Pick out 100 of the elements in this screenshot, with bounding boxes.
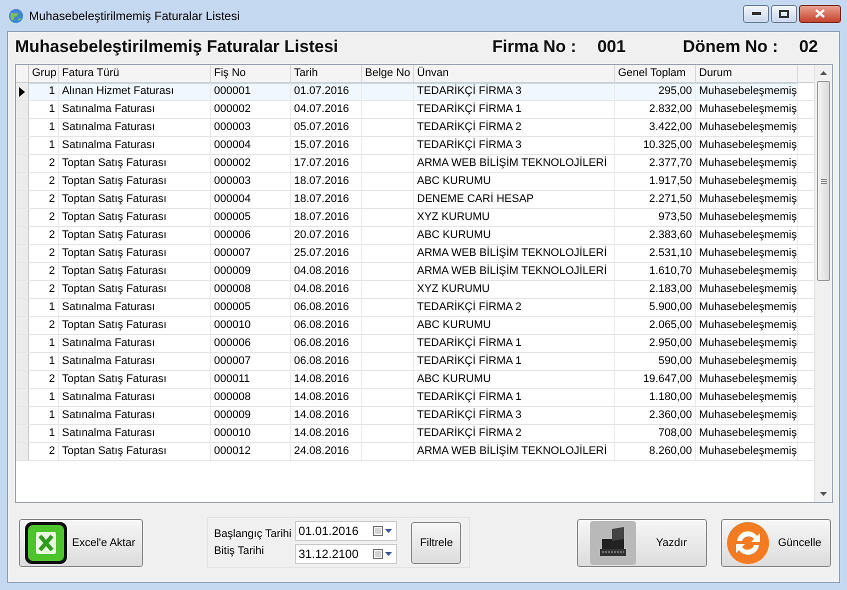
end-date-field[interactable]: 31.12.2100 [295, 544, 398, 564]
calendar-dropdown-icon [373, 549, 394, 559]
table-cell: 14.08.2016 [291, 389, 362, 406]
table-row[interactable]: 1 Satınalma Faturası 000005 06.08.2016 TEDARİKÇİ FİRMA 2 5.900,00 Muhasebeleşmemiş [16, 299, 814, 317]
table-row[interactable]: 1 Satınalma Faturası 000003 05.07.2016 TEDARİKÇİ FİRMA 2 3.422,00 Muhasebeleşmemiş [16, 119, 814, 137]
column-header[interactable]: Durum [696, 65, 798, 82]
table-row[interactable]: 1 Alınan Hizmet Faturası 000001 01.07.2016 TEDARİKÇİ FİRMA 3 295,00 Muhasebeleşmemiş [16, 83, 814, 101]
table-row[interactable]: 2 Toptan Satış Faturası 000002 17.07.2016 ARMA WEB BİLİŞİM TEKNOLOJİLERİ 2.377,70 Muhasebeleşmemiş [16, 155, 814, 173]
table-cell: 1 [29, 101, 59, 118]
table-row[interactable]: 2 Toptan Satış Faturası 000008 04.08.2016 XYZ KURUMU 2.183,00 Muhasebeleşmemiş [16, 281, 814, 299]
table-cell: 1 [29, 389, 59, 406]
scrollbar[interactable] [814, 65, 832, 502]
firma-label: Firma No : [492, 37, 576, 57]
column-header[interactable]: Fatura Türü [59, 65, 211, 82]
table-row[interactable]: 2 Toptan Satış Faturası 000003 18.07.2016 ABC KURUMU 1.917,50 Muhasebeleşmemiş [16, 173, 814, 191]
table-cell: 000005 [211, 299, 291, 316]
table-cell: Toptan Satış Faturası [59, 155, 211, 172]
table-cell: TEDARİKÇİ FİRMA 1 [414, 101, 615, 118]
table-cell: 25.07.2016 [291, 245, 362, 262]
table-cell: 2 [29, 191, 59, 208]
table-cell: 2 [29, 245, 59, 262]
column-header[interactable]: Ünvan [414, 65, 615, 82]
table-cell: Alınan Hizmet Faturası [59, 83, 211, 100]
table-cell: 000003 [211, 119, 291, 136]
table-row[interactable]: 2 Toptan Satış Faturası 000004 18.07.2016 DENEME CARİ HESAP 2.271,50 Muhasebeleşmemiş [16, 191, 814, 209]
table-cell: 05.07.2016 [291, 119, 362, 136]
table-cell: Toptan Satış Faturası [59, 371, 211, 388]
table-cell: 000002 [211, 155, 291, 172]
table-row[interactable]: 2 Toptan Satış Faturası 000012 24.08.2016 ARMA WEB BİLİŞİM TEKNOLOJİLERİ 8.260,00 Muhasebeleşmemiş [16, 443, 814, 461]
column-header[interactable]: Fiş No [211, 65, 291, 82]
table-cell: TEDARİKÇİ FİRMA 3 [414, 407, 615, 424]
column-header[interactable]: Tarih [291, 65, 362, 82]
table-row[interactable]: 1 Satınalma Faturası 000002 04.07.2016 TEDARİKÇİ FİRMA 1 2.832,00 Muhasebeleşmemiş [16, 101, 814, 119]
column-header[interactable]: Grup [29, 65, 59, 82]
start-date-field[interactable]: 01.01.2016 [295, 521, 398, 541]
table-cell: 000012 [211, 443, 291, 460]
table-cell: TEDARİKÇİ FİRMA 2 [414, 425, 615, 442]
table-cell: Muhasebeleşmemiş [696, 299, 798, 316]
table-cell: 000005 [211, 209, 291, 226]
table-row[interactable]: 1 Satınalma Faturası 000006 06.08.2016 TEDARİKÇİ FİRMA 1 2.950,00 Muhasebeleşmemiş [16, 335, 814, 353]
table-cell: 2.271,50 [615, 191, 696, 208]
table-cell: 2 [29, 371, 59, 388]
table-row[interactable]: 1 Satınalma Faturası 000008 14.08.2016 TEDARİKÇİ FİRMA 1 1.180,00 Muhasebeleşmemiş [16, 389, 814, 407]
table-cell: ABC KURUMU [414, 371, 615, 388]
close-icon [815, 9, 825, 18]
table-cell: 5.900,00 [615, 299, 696, 316]
minimize-button[interactable] [743, 4, 769, 22]
table-cell: 10.325,00 [615, 137, 696, 154]
table-cell: XYZ KURUMU [414, 281, 615, 298]
table-cell: 1 [29, 425, 59, 442]
table-cell: Satınalma Faturası [59, 389, 211, 406]
table-cell: 18.07.2016 [291, 191, 362, 208]
table-cell: TEDARİKÇİ FİRMA 1 [414, 389, 615, 406]
table-cell: 06.08.2016 [291, 299, 362, 316]
table-cell: 1 [29, 83, 59, 100]
refresh-button[interactable]: Güncelle [721, 518, 831, 566]
donem-label: Dönem No : [682, 37, 778, 57]
end-date-label: Bitiş Tarihi [214, 545, 265, 557]
table-row[interactable]: 2 Toptan Satış Faturası 000007 25.07.2016 ARMA WEB BİLİŞİM TEKNOLOJİLERİ 2.531,10 Muhasebeleşmemiş [16, 245, 814, 263]
table-cell: Muhasebeleşmemiş [696, 101, 798, 118]
table-cell: Toptan Satış Faturası [59, 227, 211, 244]
table-row[interactable]: 2 Toptan Satış Faturası 000010 06.08.2016 ABC KURUMU 2.065,00 Muhasebeleşmemiş [16, 317, 814, 335]
calendar-dropdown-icon [373, 526, 394, 536]
table-cell: Satınalma Faturası [59, 137, 211, 154]
table-cell: Muhasebeleşmemiş [696, 209, 798, 226]
table-cell: 20.07.2016 [291, 227, 362, 244]
column-header[interactable]: Genel Toplam [615, 65, 696, 82]
table-cell: 000008 [211, 281, 291, 298]
table-cell: 06.08.2016 [291, 335, 362, 352]
table-cell: Satınalma Faturası [59, 335, 211, 352]
table-cell: Muhasebeleşmemiş [696, 389, 798, 406]
start-date-label: Başlangıç Tarihi [214, 528, 292, 540]
column-header[interactable]: Belge No [362, 65, 414, 82]
table-row[interactable]: 1 Satınalma Faturası 000010 14.08.2016 TEDARİKÇİ FİRMA 2 708,00 Muhasebeleşmemiş [16, 425, 814, 443]
table-row[interactable]: 1 Satınalma Faturası 000004 15.07.2016 TEDARİKÇİ FİRMA 3 10.325,00 Muhasebeleşmemiş [16, 137, 814, 155]
table-cell: Toptan Satış Faturası [59, 317, 211, 334]
table-cell: ARMA WEB BİLİŞİM TEKNOLOJİLERİ [414, 245, 615, 262]
excel-export-button[interactable]: Excel'e Aktar [19, 518, 143, 566]
scroll-down-icon [820, 492, 827, 496]
table-row[interactable]: 1 Satınalma Faturası 000007 06.08.2016 TEDARİKÇİ FİRMA 1 590,00 Muhasebeleşmemiş [16, 353, 814, 371]
scroll-thumb[interactable] [817, 81, 830, 281]
table-row[interactable]: 2 Toptan Satış Faturası 000006 20.07.2016 ABC KURUMU 2.383,60 Muhasebeleşmemiş [16, 227, 814, 245]
table-cell: Muhasebeleşmemiş [696, 371, 798, 388]
table-cell: TEDARİKÇİ FİRMA 1 [414, 335, 615, 352]
close-button[interactable] [799, 4, 841, 22]
table-row[interactable]: 1 Satınalma Faturası 000009 14.08.2016 TEDARİKÇİ FİRMA 3 2.360,00 Muhasebeleşmemiş [16, 407, 814, 425]
maximize-button[interactable] [771, 4, 797, 22]
table-cell: 708,00 [615, 425, 696, 442]
table-row[interactable]: 2 Toptan Satış Faturası 000005 18.07.2016 XYZ KURUMU 973,50 Muhasebeleşmemiş [16, 209, 814, 227]
table-row[interactable]: 2 Toptan Satış Faturası 000009 04.08.2016 ARMA WEB BİLİŞİM TEKNOLOJİLERİ 1.610,70 Muhasebeleşmemiş [16, 263, 814, 281]
scroll-up-icon [820, 71, 827, 75]
printer-icon [590, 520, 636, 564]
table-cell: 14.08.2016 [291, 407, 362, 424]
print-button[interactable]: Yazdır [577, 518, 707, 566]
table-row[interactable]: 2 Toptan Satış Faturası 000011 14.08.2016 ABC KURUMU 19.647,00 Muhasebeleşmemiş [16, 371, 814, 389]
filter-button[interactable]: Filtrele [411, 522, 462, 564]
spreadsheet-icon [24, 520, 68, 564]
table-cell: 06.08.2016 [291, 317, 362, 334]
table-cell: 2 [29, 443, 59, 460]
row-header[interactable] [16, 83, 29, 100]
